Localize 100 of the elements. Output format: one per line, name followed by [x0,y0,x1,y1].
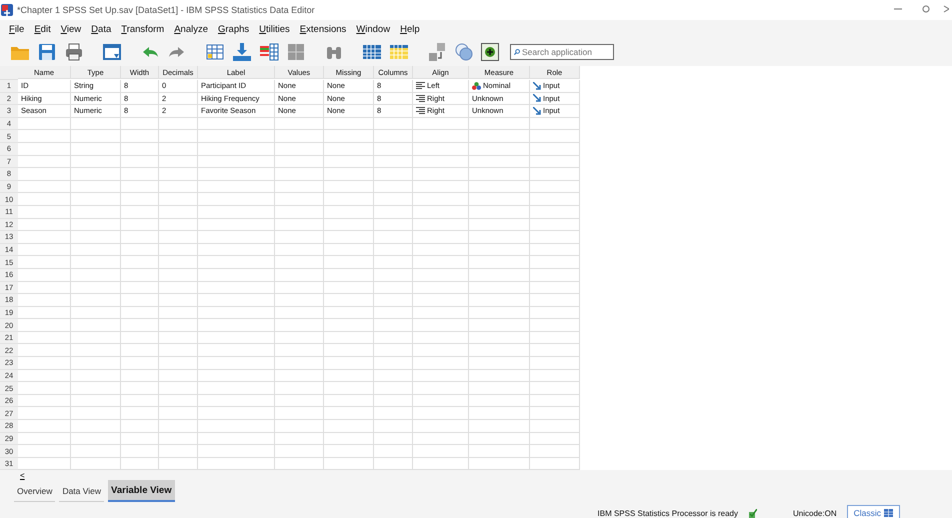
empty-cell[interactable] [530,432,580,446]
empty-cell[interactable] [469,218,530,232]
empty-cell[interactable] [159,130,198,143]
empty-cell[interactable] [71,407,121,420]
empty-cell[interactable] [413,445,469,458]
empty-cell[interactable] [374,206,413,219]
empty-cell[interactable] [121,180,159,194]
empty-cell[interactable] [530,319,580,332]
empty-cell[interactable] [71,244,121,256]
empty-cell[interactable] [159,231,198,244]
empty-cell[interactable] [324,407,374,420]
empty-cell[interactable] [275,244,324,256]
empty-cell[interactable] [324,268,374,282]
empty-cell[interactable] [413,407,469,420]
empty-cell[interactable] [469,382,530,395]
empty-cell[interactable] [159,180,198,194]
empty-cell[interactable] [71,206,121,219]
empty-cell[interactable] [121,142,159,156]
menu-item[interactable]: View [56,24,86,34]
empty-cell[interactable] [159,156,198,168]
empty-cell[interactable] [275,344,324,358]
empty-cell[interactable] [530,130,580,143]
empty-cell[interactable] [159,282,198,294]
empty-cell[interactable] [469,193,530,206]
empty-cell[interactable] [159,332,198,344]
empty-cell[interactable] [275,394,324,408]
empty-cell[interactable] [413,370,469,382]
empty-cell[interactable] [469,206,530,219]
empty-cell[interactable] [374,332,413,344]
empty-cell[interactable] [121,282,159,294]
empty-cell[interactable] [275,268,324,282]
empty-cell[interactable] [198,193,275,206]
empty-cell[interactable] [374,382,413,395]
empty-cell[interactable] [275,206,324,219]
empty-cell[interactable] [413,168,469,181]
empty-cell[interactable] [530,180,580,194]
empty-cell[interactable] [159,294,198,307]
empty-cell[interactable] [324,218,374,232]
empty-cell[interactable] [374,130,413,143]
empty-cell[interactable] [71,168,121,181]
empty-cell[interactable] [159,319,198,332]
empty-cell[interactable] [530,357,580,370]
empty-cell[interactable] [71,420,121,433]
empty-cell[interactable] [71,256,121,269]
empty-cell[interactable] [198,256,275,269]
empty-cell[interactable] [275,231,324,244]
empty-cell[interactable] [469,394,530,408]
split-icon[interactable] [286,42,306,62]
empty-cell[interactable] [71,218,121,232]
empty-cell[interactable] [71,332,121,344]
menu-item[interactable]: Utilities [254,24,295,34]
empty-cell[interactable] [469,432,530,446]
search-field[interactable]: Search application [510,44,614,60]
empty-cell[interactable] [121,218,159,232]
empty-cell[interactable] [413,282,469,294]
empty-cell[interactable] [530,394,580,408]
empty-cell[interactable] [121,306,159,320]
empty-cell[interactable] [324,445,374,458]
empty-cell[interactable] [413,294,469,307]
empty-cell[interactable] [530,344,580,358]
empty-cell[interactable] [469,319,530,332]
empty-cell[interactable] [198,394,275,408]
empty-cell[interactable] [121,118,159,130]
empty-cell[interactable] [324,206,374,219]
menu-item[interactable]: Transform [116,24,170,34]
empty-cell[interactable] [413,118,469,130]
empty-cell[interactable] [121,332,159,344]
empty-cell[interactable] [159,382,198,395]
empty-cell[interactable] [413,306,469,320]
empty-cell[interactable] [324,344,374,358]
empty-cell[interactable] [71,394,121,408]
empty-cell[interactable] [198,332,275,344]
empty-cell[interactable] [198,306,275,320]
empty-cell[interactable] [198,319,275,332]
empty-cell[interactable] [374,156,413,168]
empty-cell[interactable] [530,142,580,156]
empty-cell[interactable] [71,118,121,130]
empty-cell[interactable] [121,420,159,433]
empty-cell[interactable] [121,407,159,420]
tab[interactable]: Data View [59,480,104,502]
empty-cell[interactable] [374,420,413,433]
menu-item[interactable]: Graphs [213,24,254,34]
empty-cell[interactable] [530,206,580,219]
empty-cell[interactable] [275,282,324,294]
menu-item[interactable]: Extensions [294,24,352,34]
empty-cell[interactable] [374,344,413,358]
empty-cell[interactable] [159,420,198,433]
empty-cell[interactable] [198,445,275,458]
tab[interactable]: Overview [14,480,56,502]
empty-cell[interactable] [71,432,121,446]
empty-cell[interactable] [324,118,374,130]
menu-item[interactable]: Analyze [169,24,213,34]
empty-cell[interactable] [374,445,413,458]
menu-item[interactable]: Help [395,24,425,34]
empty-cell[interactable] [530,231,580,244]
empty-cell[interactable] [413,218,469,232]
empty-cell[interactable] [413,432,469,446]
empty-cell[interactable] [121,357,159,370]
empty-cell[interactable] [530,244,580,256]
empty-cell[interactable] [413,332,469,344]
